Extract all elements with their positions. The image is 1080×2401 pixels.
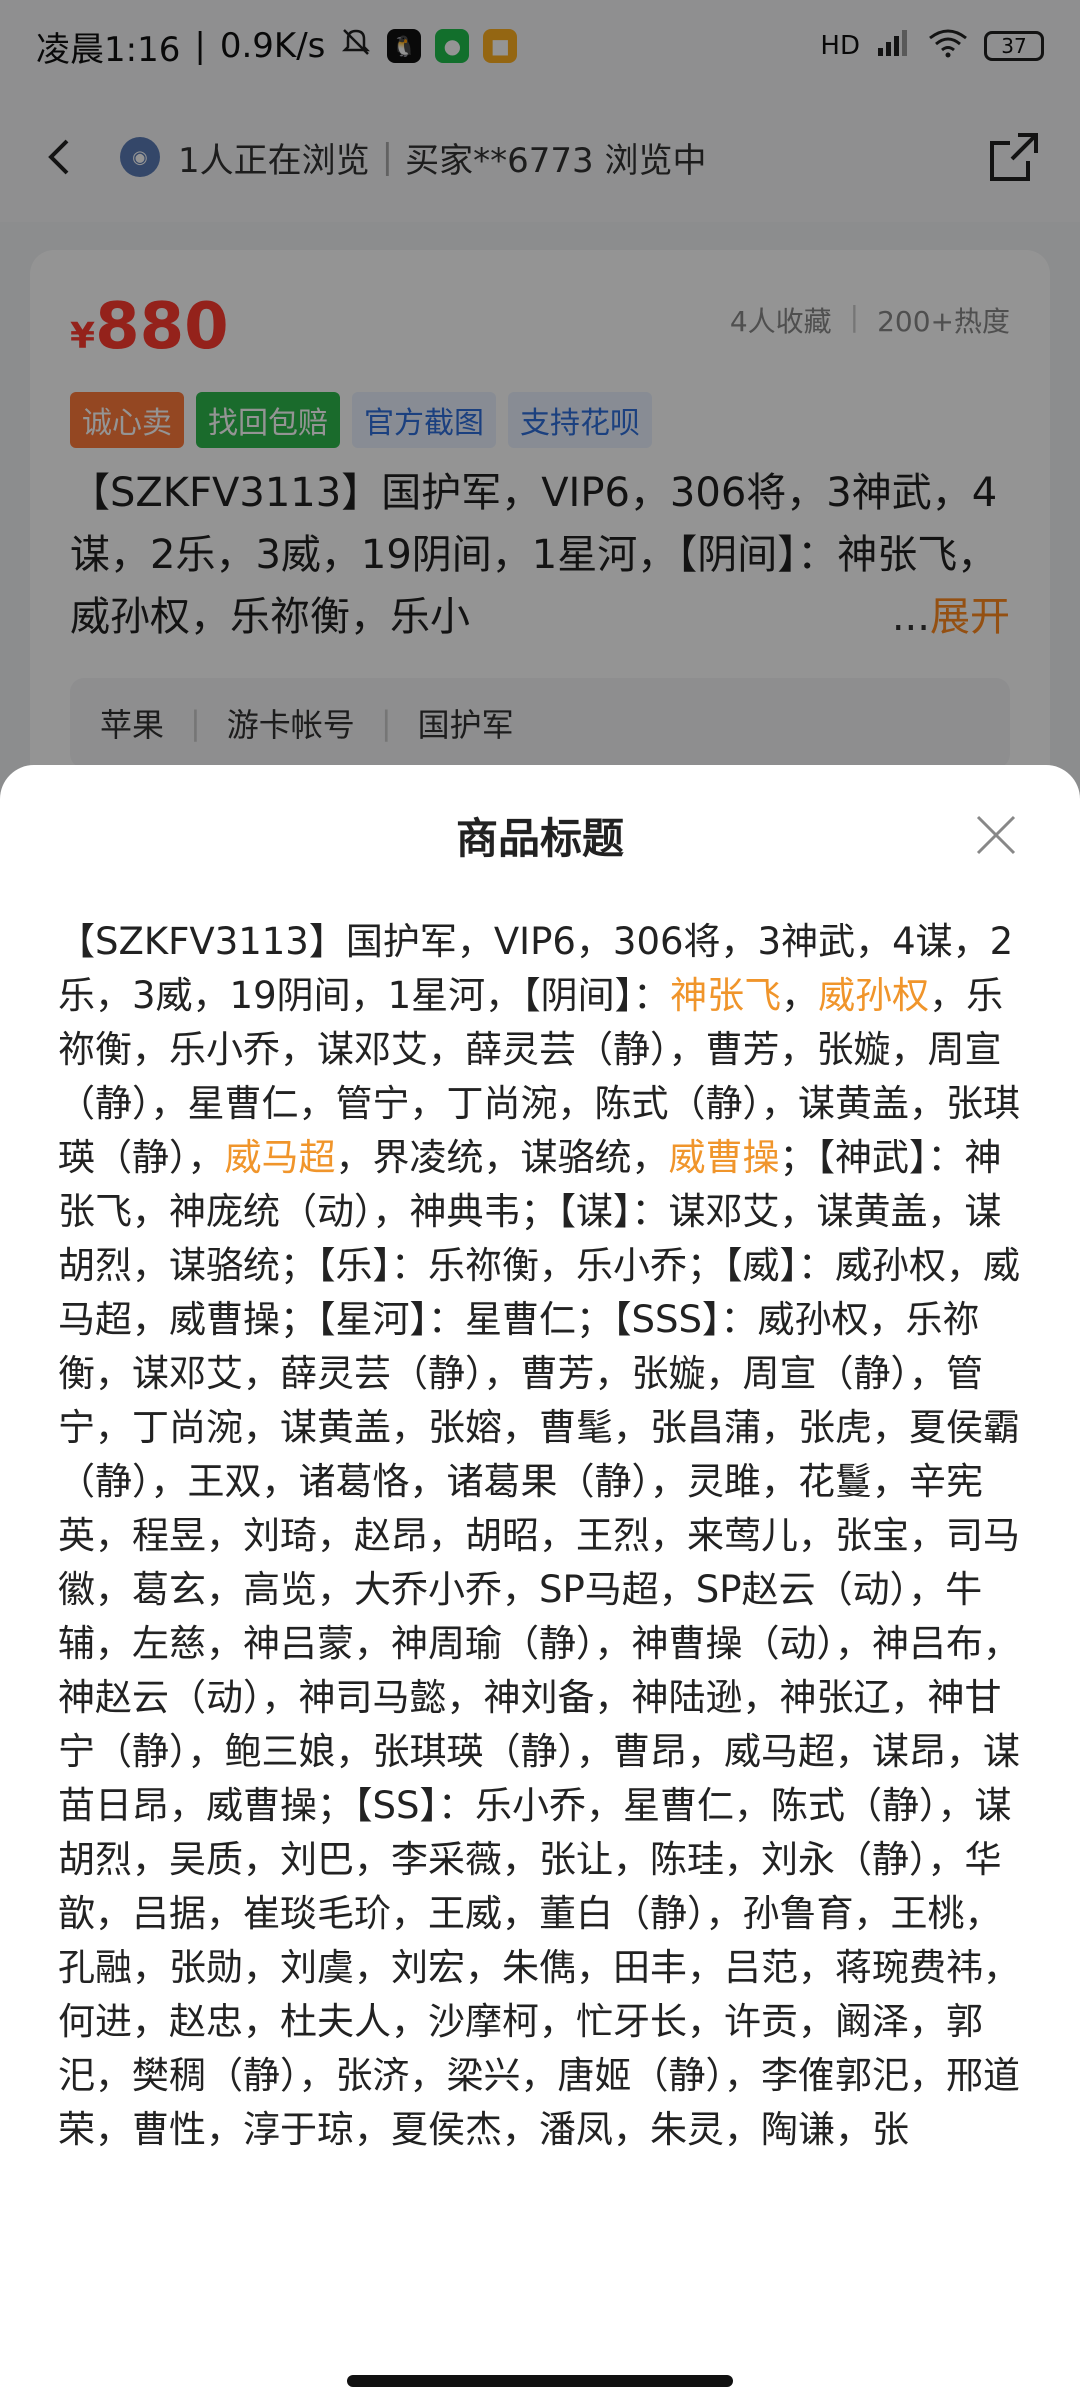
product-title-sheet: 商品标题 【SZKFV3113】国护军，VIP6，306将，3神武，4谋，2乐，… [0,765,1080,2401]
title-segment: ，界凌统，谋骆统， [335,1136,669,1179]
title-segment: ；【神武】：神张飞，神庞统（动），神典韦；【谋】：谋邓艾，谋黄盖，谋胡烈，谋骆统… [58,1136,1020,2151]
close-icon[interactable] [974,813,1018,857]
highlighted-hero: 威孙权 [818,974,930,1017]
highlighted-hero: 威曹操 [668,1136,780,1179]
sheet-title: 商品标题 [455,813,624,863]
sheet-header: 商品标题 [0,765,1080,905]
title-segment: ， [781,974,819,1017]
home-indicator[interactable] [347,2375,733,2387]
full-title-text: 【SZKFV3113】国护军，VIP6，306将，3神武，4谋，2乐，3威，19… [0,905,1080,2157]
highlighted-hero: 威马超 [224,1136,336,1179]
highlighted-hero: 神张飞 [670,974,782,1017]
